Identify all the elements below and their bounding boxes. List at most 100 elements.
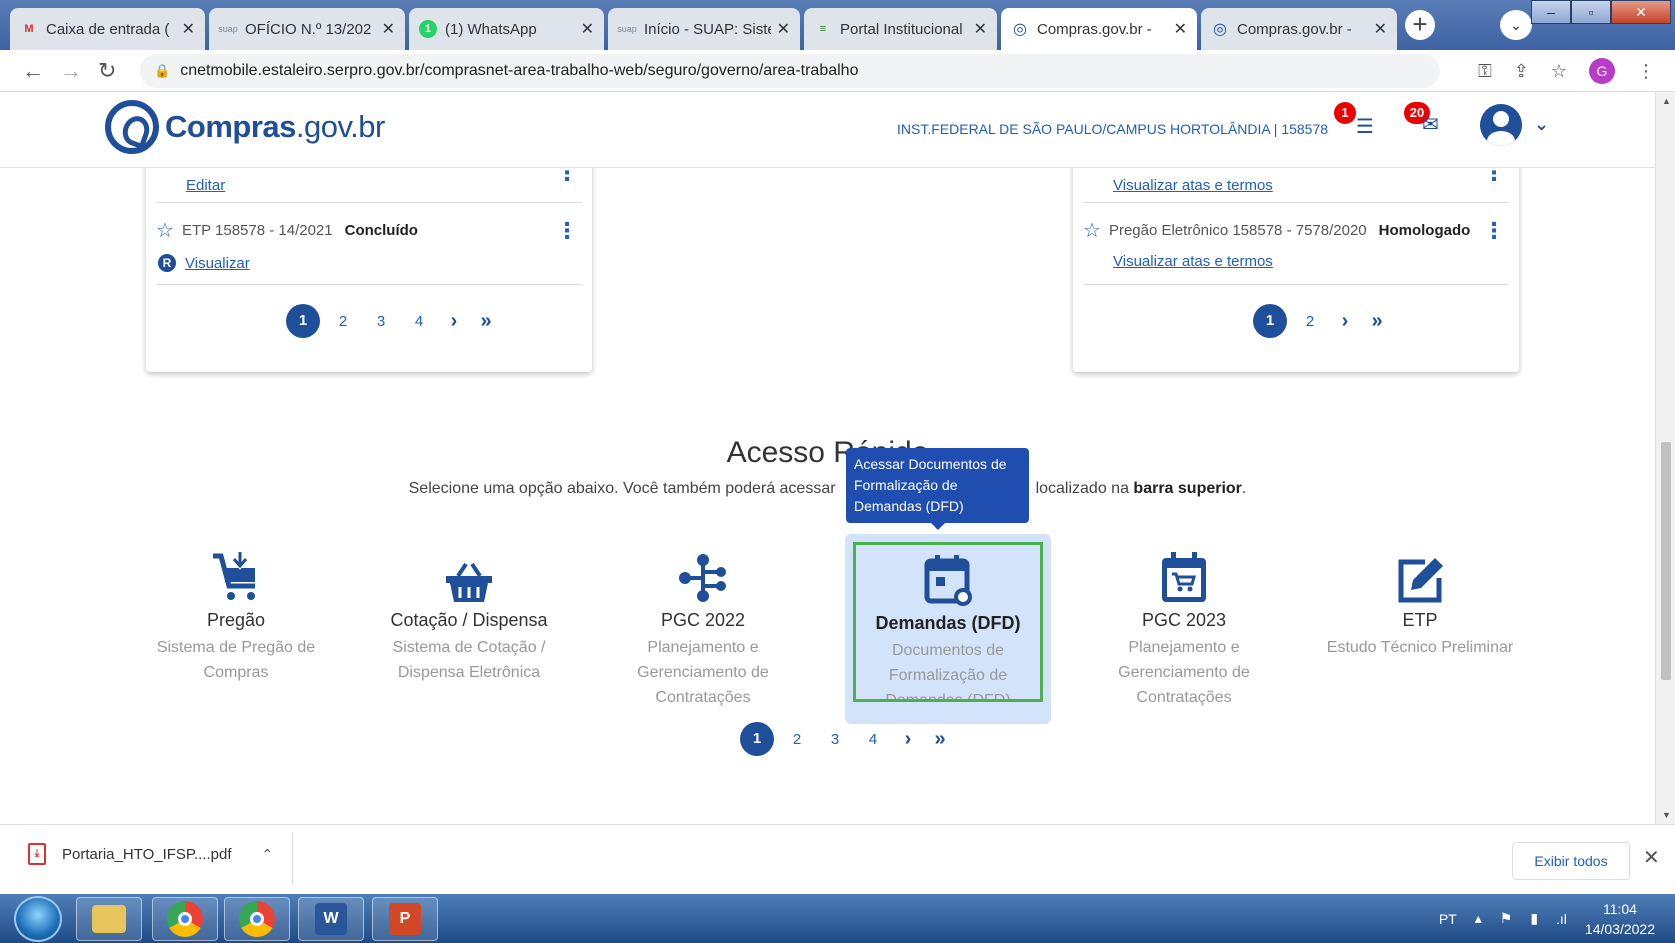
close-tab-icon[interactable]: ✕ (182, 19, 195, 39)
last-page-icon[interactable]: » (470, 310, 502, 333)
tile-name: Cotação / Dispensa (390, 610, 548, 630)
taskbar-chrome[interactable] (152, 897, 218, 941)
cart-download-icon (131, 548, 341, 604)
page-1[interactable]: 1 (740, 722, 774, 756)
tile-etp[interactable]: ETP Estudo Técnico Preliminar (1305, 548, 1535, 660)
new-tab-button[interactable]: + (1405, 10, 1435, 40)
close-download-bar-icon[interactable]: ✕ (1643, 845, 1660, 870)
maximize-icon[interactable]: ▫ (1571, 0, 1611, 24)
star-icon[interactable]: ☆ (1083, 218, 1101, 243)
tray-expand-icon[interactable]: ▴ (1475, 910, 1482, 927)
page-2[interactable]: 2 (324, 313, 362, 330)
user-avatar-icon[interactable] (1480, 104, 1522, 146)
page-2[interactable]: 2 (778, 731, 816, 748)
compras-icon: ◎ (1013, 21, 1027, 38)
kebab-menu-icon[interactable]: ⋮ (556, 220, 578, 242)
close-tab-icon[interactable]: ✕ (974, 19, 987, 39)
tile-pregao[interactable]: Pregão Sistema de Pregão de Compras (131, 548, 341, 685)
browser-menu-icon[interactable]: ⋮ (1637, 61, 1655, 82)
reload-icon[interactable]: ↻ (98, 58, 116, 84)
language-indicator[interactable]: PT (1439, 911, 1457, 927)
next-page-icon[interactable]: › (438, 310, 470, 333)
download-item[interactable]: ⤓ Portaria_HTO_IFSP....pdf ⌃ (28, 843, 273, 865)
last-page-icon[interactable]: » (924, 728, 956, 751)
tab-oficio[interactable]: suap OFÍCIO N.º 13/202 ✕ (209, 8, 405, 50)
clock-date: 14/03/2022 (1584, 920, 1655, 937)
bookmark-star-icon[interactable]: ☆ (1551, 61, 1567, 82)
tab-suap[interactable]: suap Início - SUAP: Siste ✕ (608, 8, 800, 50)
tab-gmail[interactable]: M Caixa de entrada ( ✕ (10, 8, 205, 50)
start-button[interactable] (14, 896, 62, 942)
tile-cotacao[interactable]: Cotação / Dispensa Sistema de Cotação / … (364, 548, 574, 685)
taskbar-word[interactable]: W (298, 897, 364, 941)
view-link[interactable]: Visualizar (185, 255, 250, 272)
forward-icon[interactable]: → (60, 58, 82, 84)
tab-title: (1) WhatsApp (445, 20, 537, 38)
tab-compras-active[interactable]: ◎ Compras.gov.br - ✕ (1001, 8, 1197, 50)
clock[interactable]: 11:04 14/03/2022 (1585, 899, 1655, 939)
tab-portal[interactable]: ≡ Portal Institucional ✕ (804, 8, 997, 50)
vertical-scrollbar[interactable]: ▲ ▼ (1655, 92, 1675, 824)
taskbar-powerpoint[interactable]: P (372, 897, 438, 941)
page-4[interactable]: 4 (400, 313, 438, 330)
list-item: ☆ ETP 158578 - 14/2021 Concluído (156, 218, 418, 243)
taskbar-explorer[interactable] (76, 897, 142, 941)
edit-link[interactable]: Editar (186, 177, 225, 194)
star-icon[interactable]: ☆ (156, 218, 174, 243)
page-1[interactable]: 1 (1253, 304, 1287, 338)
list-icon[interactable]: ☰ (1356, 114, 1374, 139)
show-all-button[interactable]: Exibir todos (1512, 842, 1630, 880)
minimize-icon[interactable]: – (1531, 0, 1571, 24)
back-icon[interactable]: ← (22, 58, 44, 84)
profile-avatar[interactable]: G (1589, 58, 1615, 84)
taskbar-chrome-2[interactable] (224, 897, 290, 941)
next-page-icon[interactable]: › (892, 728, 924, 751)
kebab-menu-icon[interactable]: ⋮ (1483, 168, 1505, 184)
next-page-icon[interactable]: › (1329, 310, 1361, 333)
tile-description: Planejamento e Gerenciamento de Contrata… (637, 639, 769, 706)
close-tab-icon[interactable]: ✕ (382, 19, 395, 39)
tile-name: Pregão (206, 610, 266, 630)
organization-label[interactable]: INST.FEDERAL DE SÃO PAULO/CAMPUS HORTOLÂ… (897, 121, 1328, 137)
lock-icon: 🔒 (154, 63, 171, 78)
tile-pgc-2023[interactable]: PGC 2023 Planejamento e Gerenciamento de… (1079, 548, 1289, 710)
calendar-clock-icon (860, 551, 1036, 607)
page-3[interactable]: 3 (362, 313, 400, 330)
chevron-up-icon[interactable]: ⌃ (262, 846, 274, 863)
action-center-icon[interactable]: ⚑ (1500, 910, 1513, 927)
tab-whatsapp[interactable]: 1 (1) WhatsApp ✕ (409, 8, 604, 50)
close-tab-icon[interactable]: ✕ (1174, 19, 1187, 39)
scrollbar-thumb[interactable] (1661, 442, 1671, 680)
page-1[interactable]: 1 (286, 304, 320, 338)
left-card-pagination: 1 2 3 4 › » (286, 304, 502, 338)
tab-compras[interactable]: ◎ Compras.gov.br - ✕ (1201, 8, 1397, 50)
url-field[interactable]: 🔒 cnetmobile.estaleiro.serpro.gov.br/com… (140, 54, 1440, 88)
battery-icon[interactable]: ▮ (1530, 910, 1538, 927)
signal-icon[interactable]: .ıl (1556, 911, 1567, 927)
clock-time: 11:04 (1602, 900, 1637, 917)
scroll-up-icon[interactable]: ▲ (1662, 96, 1671, 106)
page-2[interactable]: 2 (1291, 313, 1329, 330)
mail-icon[interactable]: ✉ (1422, 112, 1439, 137)
scroll-down-icon[interactable]: ▼ (1662, 810, 1671, 820)
kebab-menu-icon[interactable]: ⋮ (556, 168, 578, 184)
close-tab-icon[interactable]: ✕ (581, 19, 594, 39)
key-icon[interactable]: ⚿ (1478, 61, 1492, 82)
close-tab-icon[interactable]: ✕ (777, 19, 790, 39)
compras-logo[interactable]: Compras.gov.br (105, 100, 385, 154)
tab-search-icon[interactable]: ⌄ (1500, 10, 1532, 40)
kebab-menu-icon[interactable]: ⋮ (1483, 220, 1505, 242)
page-3[interactable]: 3 (816, 731, 854, 748)
page-4[interactable]: 4 (854, 731, 892, 748)
tile-pgc-2022[interactable]: PGC 2022 Planejamento e Gerenciamento de… (598, 548, 808, 710)
close-tab-icon[interactable]: ✕ (1374, 19, 1387, 39)
site-header: Compras.gov.br INST.FEDERAL DE SÃO PAULO… (0, 92, 1655, 168)
window-close-icon[interactable]: ✕ (1611, 0, 1671, 24)
chevron-down-icon[interactable]: ⌄ (1534, 114, 1549, 135)
share-icon[interactable]: ⇪ (1514, 61, 1529, 82)
last-page-icon[interactable]: » (1361, 310, 1393, 333)
tile-demandas-dfd[interactable]: Demandas (DFD) Documentos de Formalizaçã… (845, 534, 1051, 724)
windows-taskbar: W P PT ▴ ⚑ ▮ .ıl 11:04 14/03/2022 (0, 894, 1675, 943)
view-minutes-link[interactable]: Visualizar atas e termos (1113, 177, 1273, 194)
view-minutes-link[interactable]: Visualizar atas e termos (1113, 253, 1273, 270)
